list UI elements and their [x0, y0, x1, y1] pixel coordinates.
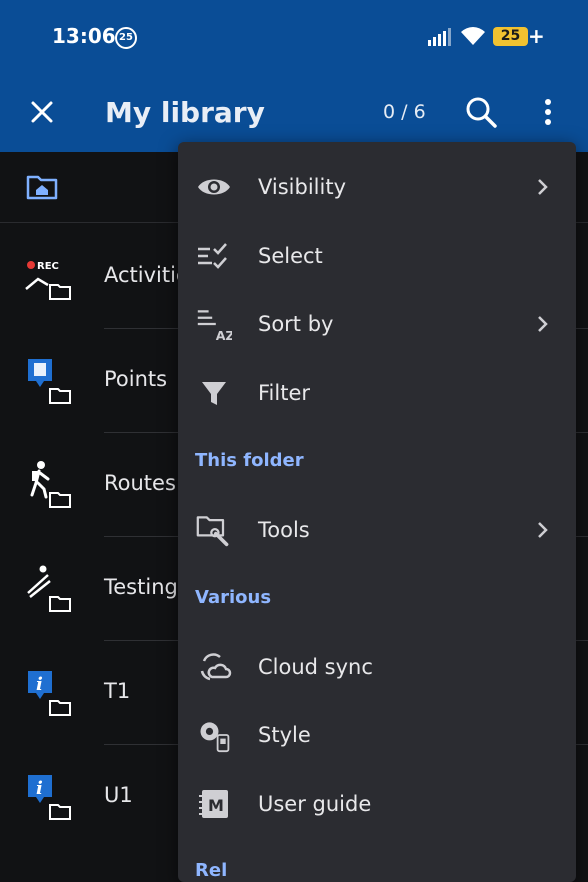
chevron-right-icon [538, 179, 548, 195]
more-vert-icon[interactable] [532, 94, 564, 130]
menu-item-label: Sort by [258, 312, 334, 336]
menu-item-label: Tools [258, 518, 310, 542]
notification-badge: 25 [115, 27, 137, 49]
hiker-folder-icon [30, 461, 71, 508]
app-header: 13:06 25 25 + My library 0 / 6 [0, 0, 588, 152]
menu-item-visibility[interactable]: Visibility [178, 153, 576, 221]
menu-item-user-guide[interactable]: M User guide [178, 770, 576, 838]
svg-text:REC: REC [37, 261, 59, 272]
page-title: My library [105, 96, 265, 129]
list-item-label: Testing [104, 575, 178, 599]
menu-item-label: Style [258, 723, 311, 747]
charging-plus-icon: + [528, 24, 545, 48]
list-item-label: T1 [104, 679, 131, 703]
checklist-icon [198, 243, 227, 269]
selection-counter: 0 / 6 [383, 101, 426, 123]
status-time: 13:06 [52, 24, 116, 48]
svg-text:AZ: AZ [216, 328, 232, 342]
home-folder-icon[interactable] [26, 174, 58, 200]
gear-device-icon [200, 722, 230, 753]
menu-item-label: Visibility [258, 175, 347, 199]
section-header-this-folder: This folder [195, 450, 304, 471]
svg-text:i: i [36, 778, 43, 799]
search-icon[interactable] [463, 94, 499, 130]
menu-item-sort-by[interactable]: AZ Sort by [178, 290, 576, 358]
eye-icon [198, 179, 230, 195]
ski-jump-folder-icon [27, 565, 71, 612]
wifi-icon [461, 27, 485, 45]
section-header-various: Various [195, 587, 272, 608]
close-icon[interactable] [24, 94, 60, 130]
info-folder-icon: i [28, 775, 71, 820]
signal-icon [428, 28, 451, 46]
menu-item-tools[interactable]: Tools [178, 496, 576, 564]
menu-item-label: Cloud sync [258, 655, 373, 679]
section-header-cut-off: Rel [195, 860, 228, 881]
menu-item-select[interactable]: Select [178, 222, 576, 290]
info-folder-icon: i [28, 671, 71, 716]
list-item-label: U1 [104, 783, 133, 807]
chevron-right-icon [538, 522, 548, 538]
battery-indicator: 25 [493, 27, 528, 46]
folder-wrench-icon [196, 516, 229, 547]
points-folder-icon [28, 359, 71, 404]
list-item-label: Points [104, 367, 168, 391]
rec-track-folder-icon: REC [25, 261, 71, 300]
svg-text:M: M [208, 796, 224, 815]
menu-item-style[interactable]: Style [178, 701, 576, 769]
menu-item-label: Filter [258, 381, 311, 405]
svg-text:i: i [36, 674, 43, 695]
menu-item-cloud-sync[interactable]: Cloud sync [178, 633, 576, 701]
cloud-sync-icon [200, 653, 232, 681]
overflow-menu: Visibility Select AZ Sort by Filter This… [178, 142, 576, 882]
chevron-right-icon [538, 316, 548, 332]
manual-book-icon: M [199, 790, 228, 818]
filter-icon [202, 382, 226, 405]
sort-az-icon: AZ [197, 310, 232, 342]
menu-item-filter[interactable]: Filter [178, 359, 576, 427]
menu-item-label: User guide [258, 792, 372, 816]
menu-item-label: Select [258, 244, 323, 268]
list-item-label: Routes [104, 471, 176, 495]
